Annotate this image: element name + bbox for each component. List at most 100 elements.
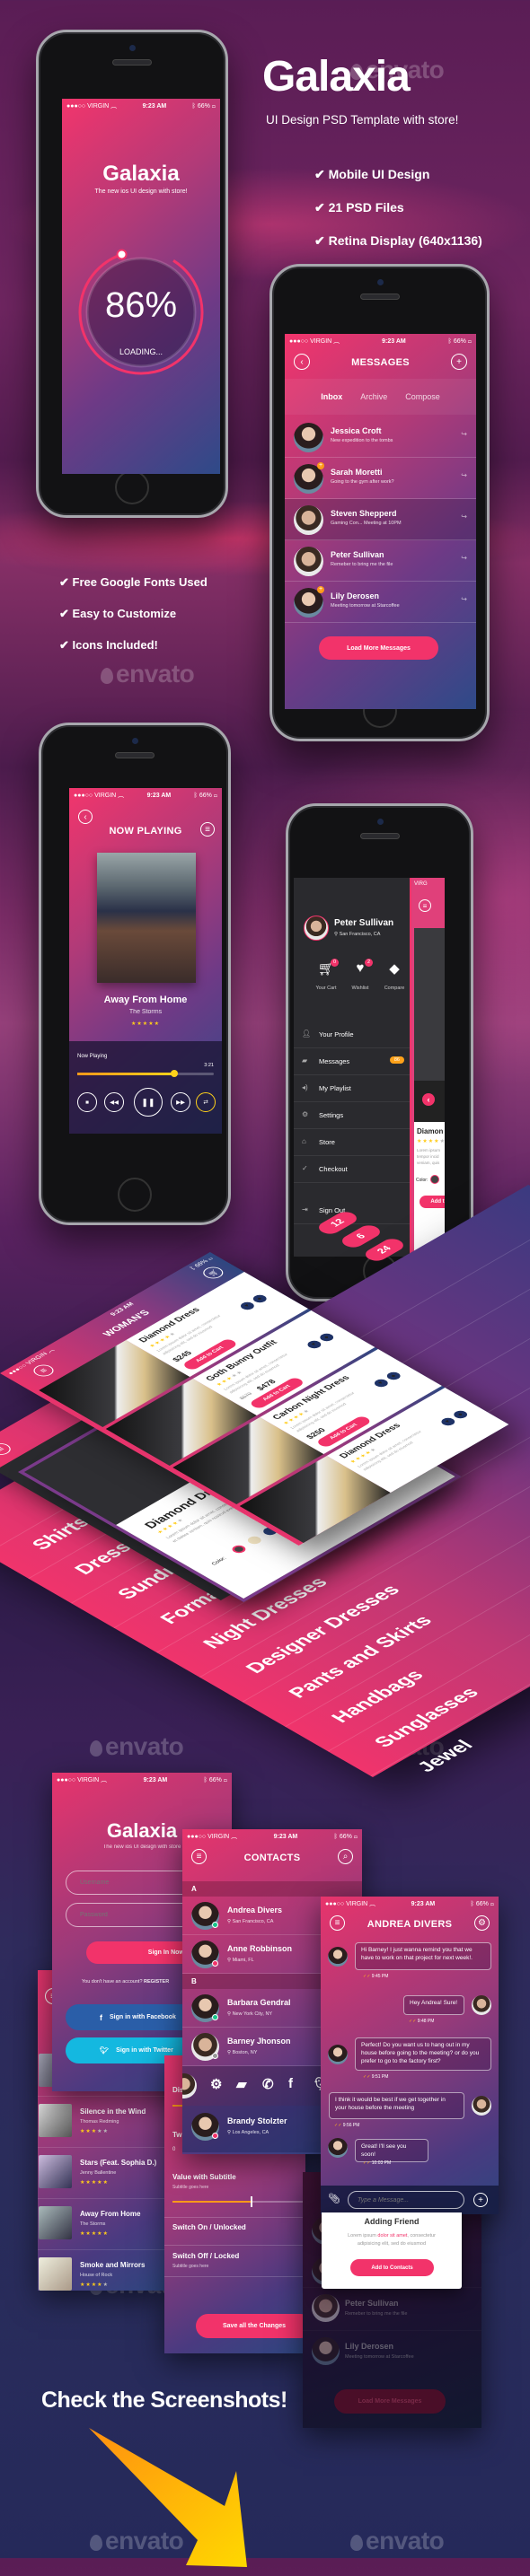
back-button[interactable]: ‹ xyxy=(422,1093,435,1106)
home-button[interactable] xyxy=(118,1178,152,1212)
compose-button[interactable]: + xyxy=(451,354,467,370)
repeat-button[interactable]: ⇄ xyxy=(196,1092,216,1112)
tab-archive[interactable]: Archive xyxy=(360,392,387,401)
message-row[interactable]: Jessica Croft New expedition to the tombs… xyxy=(285,416,476,458)
menu-item-my-playlist[interactable]: ◂) My Playlist xyxy=(294,1075,410,1102)
register-link[interactable]: REGISTER xyxy=(144,1979,169,1985)
menu-button[interactable]: ≡ xyxy=(419,899,431,912)
tab-compose[interactable]: Compose xyxy=(405,392,440,401)
progress-fill xyxy=(77,1073,174,1075)
share-button[interactable]: ◆ xyxy=(451,1409,471,1420)
message-row[interactable]: Lily Derosen Meeting tomorrow at Starcoff… xyxy=(303,2330,481,2373)
shortcut-your-cart[interactable]: 🛒︎ 0 Your Cart xyxy=(310,959,342,1000)
add-to-contacts-button[interactable]: Add to Contacts xyxy=(350,2259,434,2276)
share-button[interactable]: ◆ xyxy=(384,1371,403,1381)
reply-icon[interactable]: ↪ xyxy=(461,430,467,438)
shortcut-compare[interactable]: ◆ Compare xyxy=(378,960,411,1000)
feature-label: Easy to Customize xyxy=(72,607,177,620)
signal-icon: ●●●○○ xyxy=(325,1901,347,1907)
messages-title: MESSAGES xyxy=(351,357,410,368)
check-icon: ✔ xyxy=(59,607,73,620)
contact-name: Barbara Gendral xyxy=(227,1998,291,2007)
progress-slider[interactable] xyxy=(77,1070,214,1077)
add-button[interactable]: + xyxy=(473,2193,488,2207)
carrier-name: VIRGIN xyxy=(346,1901,368,1907)
message-row[interactable]: + Sarah Moretti Going to the gym after wor… xyxy=(285,458,476,499)
twitter-label: Sign in with Twitter xyxy=(116,2047,173,2054)
gear-icon[interactable]: ⚙ xyxy=(210,2076,222,2092)
message-row[interactable]: Peter Sullivan Remeber to bring me the fi… xyxy=(285,540,476,582)
message-row[interactable]: Steven Shepperd Gaming Con... Meeting at … xyxy=(285,499,476,540)
share-button[interactable]: ◆ xyxy=(317,1332,337,1343)
wishlist-button[interactable]: ♥ xyxy=(305,1339,324,1350)
divider xyxy=(285,622,476,623)
battery-level: 66% xyxy=(199,792,212,799)
menu-item-checkout[interactable]: ✓ Checkout xyxy=(294,1156,410,1183)
color-swatch[interactable] xyxy=(430,1175,439,1184)
wishlist-button[interactable]: ♥ xyxy=(237,1301,257,1311)
fast-forward-button[interactable]: ▶▶ xyxy=(171,1092,190,1112)
tab-inbox[interactable]: Inbox xyxy=(321,392,342,401)
profile-name: Peter Sullivan xyxy=(334,918,394,928)
contact-location: ⚲ Boston, NY xyxy=(227,2050,257,2055)
new-badge: + xyxy=(317,586,324,593)
message-input[interactable] xyxy=(348,2191,464,2209)
reply-icon[interactable]: ↪ xyxy=(461,513,467,521)
shortcut-wishlist[interactable]: ♥ 2 Wishlist xyxy=(344,959,376,1000)
chat-icon[interactable]: ▰ xyxy=(236,2076,247,2092)
menu-item-messages[interactable]: ▰ Messages 86 xyxy=(294,1048,410,1075)
menu-item-settings[interactable]: ⚙ Settings xyxy=(294,1102,410,1129)
search-button[interactable]: ⌕ xyxy=(338,1849,353,1864)
rewind-button[interactable]: ◀◀ xyxy=(104,1092,124,1112)
message-row[interactable]: + Lily Derosen Meeting tomorrow at Starcof… xyxy=(285,582,476,623)
profile-avatar xyxy=(304,916,329,941)
cart-button[interactable]: 🛒︎ xyxy=(199,1265,227,1281)
load-more-button[interactable]: Load More Messages xyxy=(334,2389,446,2414)
attach-button[interactable]: 📎︎ xyxy=(328,2193,340,2204)
phone-icon[interactable]: ✆ xyxy=(262,2076,274,2092)
earpiece xyxy=(359,833,400,839)
facebook-icon[interactable]: f xyxy=(288,2076,293,2091)
slider-handle[interactable] xyxy=(251,2196,252,2207)
color-swatch[interactable] xyxy=(244,1535,264,1546)
message-row[interactable]: Peter Sullivan Remeber to bring me the fi… xyxy=(303,2287,481,2330)
reply-icon[interactable]: ↪ xyxy=(461,471,467,479)
menu-button[interactable]: ≡ xyxy=(29,1362,58,1379)
add-to-cart-button[interactable]: Add t xyxy=(420,1196,445,1208)
color-swatch[interactable] xyxy=(229,1544,249,1555)
reply-icon[interactable]: ↪ xyxy=(461,595,467,603)
check-icon: ✔ xyxy=(59,638,73,652)
stop-button[interactable]: ■ xyxy=(77,1092,97,1112)
contact-location: ⚲ Los Angeles, CA xyxy=(227,2130,269,2135)
rating-stars: ★★★★★ xyxy=(80,2179,109,2186)
playlist-menu-button[interactable]: ≡ xyxy=(200,822,215,837)
product-desc: Lorem ipsum dolor sit amet, consectetur … xyxy=(356,1429,423,1471)
progress-knob[interactable] xyxy=(170,1070,178,1077)
save-changes-button[interactable]: Save all the Changes xyxy=(196,2314,305,2338)
reply-icon[interactable]: ↪ xyxy=(461,554,467,562)
message-preview: Remeber to bring me the file xyxy=(345,2311,408,2317)
twitter-icon: 🐦︎ xyxy=(100,2046,110,2055)
wishlist-button[interactable]: ♥ xyxy=(371,1378,391,1389)
feature-item: ✔ 21 PSD Files xyxy=(314,200,404,215)
menu-item-your-profile[interactable]: 👤︎ Your Profile xyxy=(294,1021,410,1048)
wishlist-button[interactable]: ♥ xyxy=(438,1416,458,1427)
playlist-item[interactable]: Smoke and Mirrors House of Rock ★★★★★ xyxy=(38,2249,164,2291)
playlist-item[interactable]: Stars (Feat. Sophia D.) Jenny Ballentine ★… xyxy=(38,2147,164,2198)
wifi-icon: ︵ xyxy=(99,1777,108,1783)
status-bar: ●●●○○ VIRGIN ︵ 9:23 AM ᛒ 66% ▭ xyxy=(182,1831,362,1842)
value-slider[interactable] xyxy=(172,2196,303,2207)
home-button[interactable] xyxy=(115,470,149,504)
load-more-button[interactable]: Load More Messages xyxy=(319,636,438,660)
playlist-item[interactable]: Away From Home The Storms ★★★★★ xyxy=(38,2198,164,2249)
share-button[interactable]: ◆ xyxy=(250,1293,269,1304)
playlist-item[interactable]: Silence in the Wind Thomas Redming ★★★★★ xyxy=(38,2096,164,2147)
menu-item-store[interactable]: ⌂ Store xyxy=(294,1129,410,1156)
pause-button[interactable]: ❚❚ xyxy=(134,1088,163,1117)
sign-out-icon: ⇥ xyxy=(302,1205,308,1214)
chat-bubble: Hi Barney! I just wanna remind you that … xyxy=(355,1942,491,1970)
back-button[interactable]: ‹ xyxy=(78,810,93,824)
menu-button[interactable]: ≡ xyxy=(0,1441,15,1458)
contact-name: Peter Sullivan xyxy=(345,2299,399,2308)
settings-button[interactable]: ⚙ xyxy=(474,1915,490,1931)
